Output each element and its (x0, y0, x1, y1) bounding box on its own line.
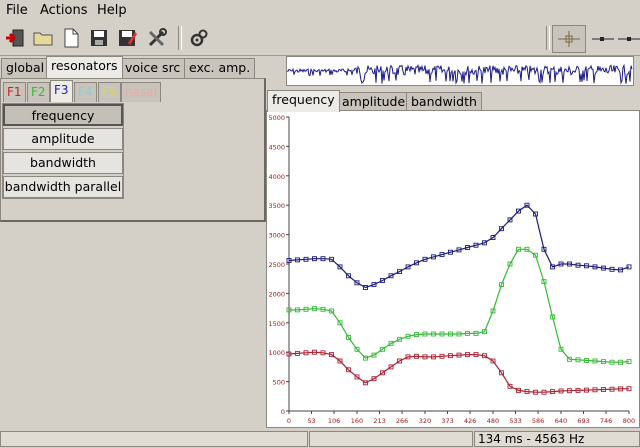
y-tick-label: 2000 (268, 290, 285, 298)
tab-exc-amp[interactable]: exc. amp. (184, 58, 256, 78)
list-item-bandwidth[interactable]: bandwidth (3, 152, 123, 174)
x-tick-label: 373 (441, 417, 453, 425)
menu-bar: File Actions Help (0, 0, 640, 22)
y-tick-label: 4500 (268, 143, 285, 151)
line-icon[interactable] (612, 25, 640, 53)
x-tick-label: 160 (351, 417, 363, 425)
exit-icon[interactable] (2, 25, 28, 51)
list-item-bandwidth-parallel[interactable]: bandwidth parallel (3, 176, 123, 198)
open-folder-icon[interactable] (30, 25, 56, 51)
x-tick-label: 53 (307, 417, 315, 425)
status-bar: 134 ms - 4563 Hz (0, 430, 640, 448)
save-icon[interactable] (86, 25, 112, 51)
toolbar (0, 22, 640, 56)
x-tick-label: 533 (509, 417, 521, 425)
tools-icon[interactable] (144, 25, 170, 51)
new-file-icon[interactable] (58, 25, 84, 51)
waveform-view[interactable] (286, 56, 634, 86)
menu-help[interactable]: Help (97, 3, 127, 18)
list-item-frequency[interactable]: frequency (3, 104, 123, 126)
y-tick-label: 2500 (268, 261, 285, 269)
list-item-amplitude[interactable]: amplitude (3, 128, 123, 150)
waveform-trace (286, 63, 633, 85)
x-tick-label: 586 (532, 417, 544, 425)
gears-icon[interactable] (186, 25, 212, 51)
x-tick-label: 266 (396, 417, 408, 425)
tab-f5[interactable]: F5 (98, 82, 121, 102)
tab-global[interactable]: global (1, 58, 50, 78)
y-tick-label: 3000 (268, 232, 285, 240)
tab-nasal[interactable]: nasal (121, 82, 161, 102)
parameter-list: frequency amplitude bandwidth bandwidth … (2, 103, 124, 199)
waveform-plot (286, 63, 633, 85)
tab-f3[interactable]: F3 (50, 80, 73, 102)
x-tick-label: 746 (600, 417, 612, 425)
y-tick-label: 4000 (268, 173, 285, 181)
y-tick-label: 0 (281, 408, 285, 416)
x-tick-label: 106 (328, 417, 340, 425)
menu-actions[interactable]: Actions (40, 3, 88, 18)
status-left (0, 431, 308, 447)
formant-chart[interactable]: 0 500 1000 1500 2000 2500 3000 3500 4000 4500 5000… (266, 110, 640, 428)
tab-f2[interactable]: F2 (27, 82, 50, 102)
tab-f1[interactable]: F1 (3, 82, 26, 102)
point-cursor-icon[interactable] (552, 25, 586, 53)
x-tick-label: 640 (555, 417, 567, 425)
x-tick-label: 426 (464, 417, 476, 425)
series-line-0 (288, 204, 630, 289)
x-tick-label: 213 (373, 417, 385, 425)
y-tick-label: 1500 (268, 320, 285, 328)
menu-file[interactable]: File (6, 3, 28, 18)
x-tick-label: 693 (577, 417, 589, 425)
x-tick-label: 0 (287, 417, 291, 425)
save-as-icon[interactable] (114, 25, 140, 51)
y-tick-label: 5000 (268, 114, 285, 122)
x-tick-label: 320 (419, 417, 431, 425)
status-mid (309, 431, 473, 447)
formant-chart-svg: 0 500 1000 1500 2000 2500 3000 3500 4000 4500 5000… (268, 114, 635, 425)
tab-chart-bandwidth[interactable]: bandwidth (406, 92, 482, 112)
status-readout: 134 ms - 4563 Hz (474, 431, 640, 447)
y-tick-label: 3500 (268, 202, 285, 210)
y-tick-label: 1000 (268, 349, 285, 357)
x-tick-label: 800 (623, 417, 635, 425)
tab-chart-frequency[interactable]: frequency (267, 90, 340, 112)
tab-chart-amplitude[interactable]: amplitude (337, 92, 411, 112)
tab-resonators[interactable]: resonators (46, 56, 123, 78)
x-tick-label: 480 (487, 417, 499, 425)
y-tick-label: 500 (273, 379, 285, 387)
tab-voice-src[interactable]: voice src (120, 58, 186, 78)
tab-f4[interactable]: F4 (74, 82, 97, 102)
